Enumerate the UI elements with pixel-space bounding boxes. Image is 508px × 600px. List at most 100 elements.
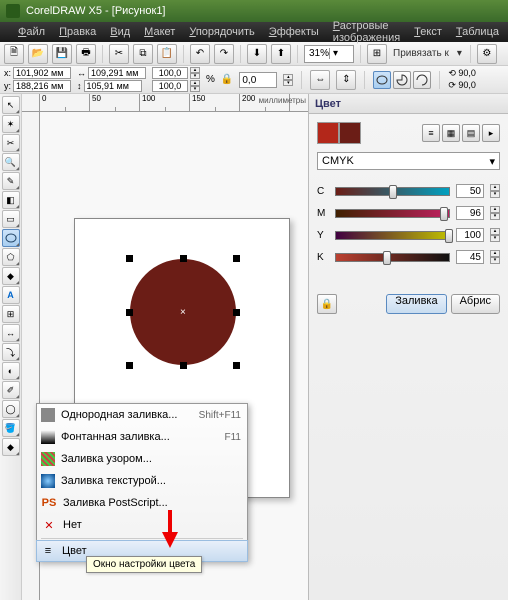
new-doc-button[interactable]: 🗎 — [4, 44, 24, 64]
menu-arrange[interactable]: Упорядочить — [183, 24, 260, 40]
menu-file[interactable]: Файл — [12, 24, 51, 40]
ellipse-tool[interactable] — [2, 229, 20, 247]
ruler-horizontal[interactable]: 0 50 100 150 200 миллиметры — [40, 94, 308, 112]
handle-sw[interactable] — [126, 362, 133, 369]
mirror-h-button[interactable]: ⇔ — [310, 70, 330, 90]
docker-title[interactable]: Цвет — [309, 94, 508, 114]
fill-tool[interactable]: 🪣 — [2, 419, 20, 437]
fill-button[interactable]: Заливка — [386, 294, 446, 314]
handle-s[interactable] — [180, 362, 187, 369]
ellipse-shape-button[interactable] — [373, 71, 391, 89]
scale-y-spinner[interactable]: ▴▾ — [190, 80, 200, 92]
lock-color-button[interactable]: 🔒 — [317, 294, 337, 314]
end-angle-field[interactable]: ⟳ 90,0 — [448, 80, 476, 91]
snap-button[interactable]: ⊞ — [367, 44, 387, 64]
handle-nw[interactable] — [126, 255, 133, 262]
handle-n[interactable] — [180, 255, 187, 262]
slider-track-m[interactable] — [335, 209, 450, 218]
pick-tool[interactable]: ↖ — [2, 96, 20, 114]
slider-track-c[interactable] — [335, 187, 450, 196]
show-viewer-button[interactable]: ▦ — [442, 124, 460, 142]
show-palette-button[interactable]: ▤ — [462, 124, 480, 142]
arc-shape-button[interactable] — [413, 71, 431, 89]
slider-spinner[interactable]: ▴▾ — [490, 228, 500, 242]
rotation-field[interactable]: 0,0 — [239, 72, 277, 88]
outline-button[interactable]: Абрис — [451, 294, 500, 314]
ruler-corner[interactable] — [22, 94, 40, 112]
menu-edit[interactable]: Правка — [53, 24, 102, 40]
open-button[interactable]: 📂 — [28, 44, 48, 64]
rotation-spinner[interactable]: ▴▾ — [283, 74, 293, 86]
slider-track-y[interactable] — [335, 231, 450, 240]
eyedropper-tool[interactable]: ✐ — [2, 381, 20, 399]
slider-thumb[interactable] — [445, 229, 453, 243]
import-button[interactable]: ⬇ — [247, 44, 267, 64]
smart-fill-tool[interactable]: ◧ — [2, 191, 20, 209]
slider-value-y[interactable]: 100 — [456, 228, 484, 242]
height-field[interactable]: 105,91 мм — [84, 80, 142, 92]
scale-y-field[interactable]: 100,0 — [152, 80, 188, 92]
menu-fountain-fill[interactable]: Фонтанная заливка... F11 — [37, 426, 247, 448]
polygon-tool[interactable]: ⬠ — [2, 248, 20, 266]
menu-pattern-fill[interactable]: Заливка узором... — [37, 448, 247, 470]
shape-tool[interactable]: ✶ — [2, 115, 20, 133]
handle-se[interactable] — [233, 362, 240, 369]
copy-button[interactable]: ⧉ — [133, 44, 153, 64]
handle-ne[interactable] — [233, 255, 240, 262]
save-button[interactable]: 💾 — [52, 44, 72, 64]
swatch-main[interactable] — [317, 122, 339, 144]
zoom-tool[interactable]: 🔍 — [2, 153, 20, 171]
table-tool[interactable]: ⊞ — [2, 305, 20, 323]
interactive-fill-tool[interactable]: ◆ — [2, 438, 20, 456]
pie-shape-button[interactable] — [393, 71, 411, 89]
cut-button[interactable]: ✂ — [109, 44, 129, 64]
slider-value-k[interactable]: 45 — [456, 250, 484, 264]
menu-bitmaps[interactable]: Растровые изображения — [327, 18, 406, 46]
slider-track-k[interactable] — [335, 253, 450, 262]
color-model-combo[interactable]: CMYK ▾ — [317, 152, 500, 170]
menu-table[interactable]: Таблица — [450, 24, 505, 40]
slider-spinner[interactable]: ▴▾ — [490, 206, 500, 220]
slider-thumb[interactable] — [389, 185, 397, 199]
options-button[interactable]: ⚙ — [477, 44, 497, 64]
basic-shapes-tool[interactable]: ◆ — [2, 267, 20, 285]
menu-no-fill[interactable]: ✕ Нет — [37, 514, 247, 536]
crop-tool[interactable]: ✂ — [2, 134, 20, 152]
slider-spinner[interactable]: ▴▾ — [490, 250, 500, 264]
menu-postscript-fill[interactable]: PS Заливка PostScript... — [37, 492, 247, 514]
show-sliders-button[interactable]: ≡ — [422, 124, 440, 142]
slider-spinner[interactable]: ▴▾ — [490, 184, 500, 198]
handle-e[interactable] — [233, 309, 240, 316]
handle-w[interactable] — [126, 309, 133, 316]
mirror-v-button[interactable]: ⇕ — [336, 70, 356, 90]
menu-layout[interactable]: Макет — [138, 24, 181, 40]
slider-thumb[interactable] — [383, 251, 391, 265]
options-button[interactable]: ▸ — [482, 124, 500, 142]
freehand-tool[interactable]: ✎ — [2, 172, 20, 190]
width-field[interactable]: 109,291 мм — [88, 67, 146, 79]
slider-value-m[interactable]: 96 — [456, 206, 484, 220]
outline-tool[interactable]: ◯ — [2, 400, 20, 418]
print-button[interactable]: 🖶 — [76, 44, 96, 64]
chevron-down-icon[interactable]: ▾ — [455, 48, 464, 59]
interactive-tool[interactable]: ◐ — [2, 362, 20, 380]
x-field[interactable]: 101,902 мм — [13, 67, 71, 79]
swatch-alt[interactable] — [339, 122, 361, 144]
export-button[interactable]: ⬆ — [271, 44, 291, 64]
menu-texture-fill[interactable]: Заливка текстурой... — [37, 470, 247, 492]
rectangle-tool[interactable]: ▭ — [2, 210, 20, 228]
slider-thumb[interactable] — [440, 207, 448, 221]
start-angle-field[interactable]: ⟲ 90,0 — [448, 68, 476, 79]
menu-effects[interactable]: Эффекты — [263, 24, 325, 40]
paste-button[interactable]: 📋 — [157, 44, 177, 64]
text-tool[interactable]: A — [2, 286, 20, 304]
redo-button[interactable]: ↷ — [214, 44, 234, 64]
connector-tool[interactable]: ⤵ — [2, 343, 20, 361]
lock-ratio-icon[interactable]: 🔒 — [221, 74, 233, 85]
scale-x-spinner[interactable]: ▴▾ — [190, 67, 200, 79]
undo-button[interactable]: ↶ — [190, 44, 210, 64]
dimension-tool[interactable]: ↔ — [2, 324, 20, 342]
menu-uniform-fill[interactable]: Однородная заливка... Shift+F11 — [37, 404, 247, 426]
scale-x-field[interactable]: 100,0 — [152, 67, 188, 79]
menu-text[interactable]: Текст — [408, 24, 448, 40]
